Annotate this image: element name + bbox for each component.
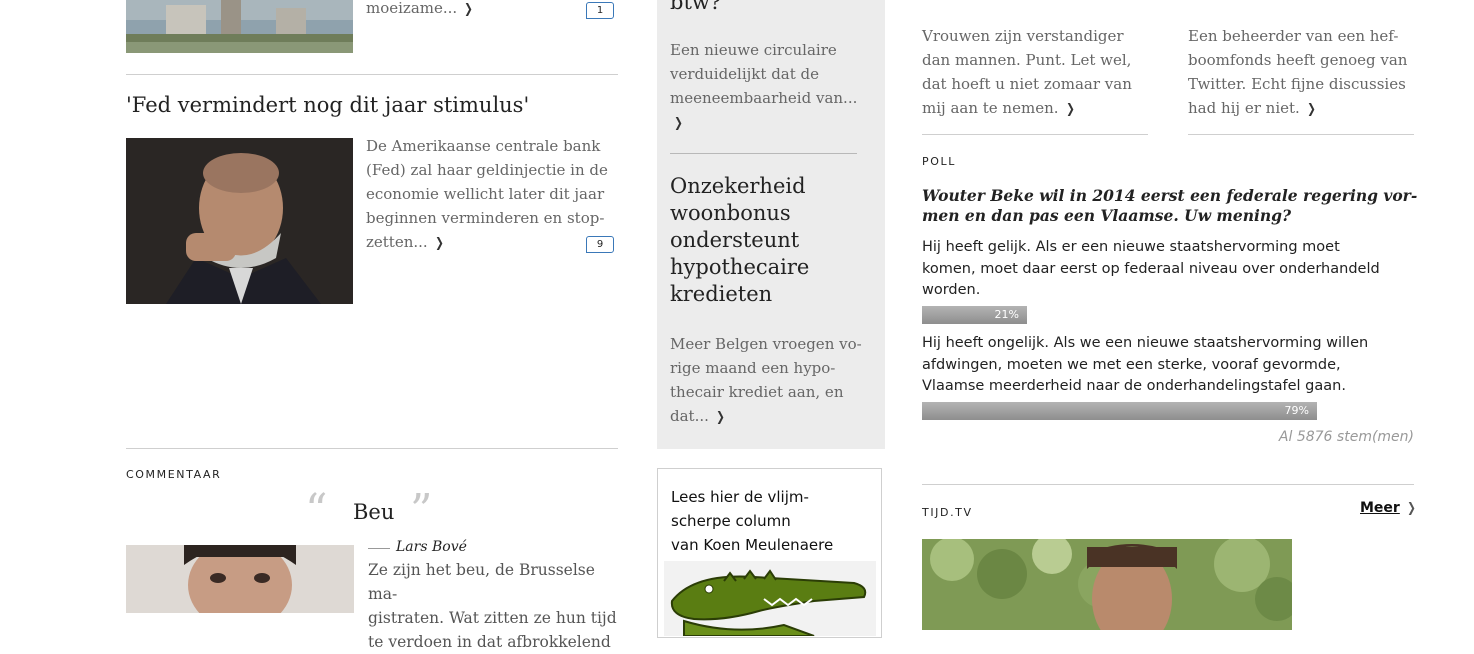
option-line: Hij heeft ongelijk. Als we een nieuwe st… [922, 335, 1369, 351]
option-line: worden. [922, 282, 981, 298]
poll-percent-label: 21% [994, 308, 1019, 321]
crocodile-icon [664, 561, 876, 636]
summary-line: mij aan te nemen. [922, 99, 1059, 117]
summary-line: Een beheerder van een hef- [1188, 27, 1399, 45]
title-line: hypothecaire [670, 255, 810, 279]
fed-article-title[interactable]: 'Fed vermindert nog dit jaar stimulus' [126, 93, 529, 117]
ad-text: Lees hier de vlijm- scherpe column van K… [671, 485, 833, 557]
summary-line: beginnen verminderen en stop- [366, 209, 605, 227]
poll-vote-count: Al 5876 stem(men) [1278, 429, 1414, 445]
commentaar-summary[interactable]: Ze zijn het beu, de Brusselse ma- gistra… [368, 558, 618, 654]
poll-question: Wouter Beke wil in 2014 eerst een federa… [922, 186, 1422, 226]
opinion-teaser-2[interactable]: Een beheerder van een hef- boomfonds hee… [1188, 24, 1418, 122]
summary-line: dat... [670, 407, 709, 425]
poll-percent-label: 79% [1284, 404, 1309, 417]
summary-line: zetten... [366, 233, 428, 251]
ad-line: Lees hier de vlijm- [671, 488, 809, 506]
option-line: afdwingen, moeten we met een sterke, voo… [922, 356, 1341, 373]
chevron-right-icon: ❯ [434, 236, 444, 251]
woonbonus-summary[interactable]: Meer Belgen vroegen vo- rige maand een h… [670, 332, 880, 430]
btw-heading-fragment[interactable]: btw? [670, 0, 721, 14]
summary-line: had hij er niet. [1188, 99, 1300, 117]
chevron-right-icon: ❯ [1406, 501, 1416, 516]
woonbonus-title[interactable]: Onzekerheid woonbonus ondersteunt hypoth… [670, 173, 809, 308]
option-line: komen, moet daar eerst op federaal nivea… [922, 260, 1380, 277]
divider [126, 448, 618, 449]
section-label-poll: POLL [922, 155, 956, 168]
close-quote-icon: ” [410, 485, 433, 536]
summary-line: Ze zijn het beu, de Brusselse ma- [368, 561, 595, 603]
top-teaser-snippet: moeizame... [366, 0, 458, 17]
summary-line: gistraten. Wat zitten ze hun tijd [368, 609, 617, 627]
top-teaser-photo[interactable] [126, 0, 353, 53]
fed-article-photo[interactable] [126, 138, 353, 304]
opinion-teaser-1[interactable]: Vrouwen zijn verstandiger dan mannen. Pu… [922, 24, 1152, 122]
more-label: Meer [1360, 500, 1400, 516]
ad-line: van Koen Meulenaere [671, 536, 834, 554]
chevron-right-icon: ❯ [674, 116, 683, 131]
summary-line: Twitter. Echt fijne discussies [1188, 75, 1406, 93]
summary-line: rige maand een hypo- [670, 359, 836, 377]
open-quote-icon: “ [305, 485, 328, 536]
tijdtv-more-link[interactable]: Meer ❯ [1360, 500, 1417, 516]
tijdtv-video-thumbnail[interactable] [922, 539, 1292, 630]
divider [1188, 134, 1414, 135]
poll-result-bar-1: 21% [922, 306, 1027, 324]
bernanke-image [126, 138, 353, 304]
summary-line: te verdoen in dat afbrokkelend [368, 633, 611, 651]
divider [126, 74, 618, 75]
author-dash [368, 548, 390, 549]
section-label-tijdtv: TIJD.TV [922, 506, 973, 519]
summary-line: meeneembaarheid van... [670, 89, 858, 107]
commentaar-title[interactable]: Beu [353, 500, 394, 524]
summary-line: De Amerikaanse centrale bank [366, 137, 601, 155]
summary-line: Vrouwen zijn verstandiger [922, 27, 1124, 45]
top-teaser-text[interactable]: moeizame... ❯ [366, 0, 474, 22]
option-line: Hij heeft gelijk. Als er een nieuwe staa… [922, 239, 1340, 255]
chevron-right-icon: ❯ [464, 2, 474, 17]
title-line: ondersteunt [670, 228, 800, 252]
chevron-right-icon: ❯ [1065, 102, 1075, 117]
chevron-right-icon: ❯ [1306, 102, 1316, 117]
question-line: Wouter Beke wil in 2014 eerst een federa… [922, 186, 1418, 205]
btw-summary[interactable]: Een nieuwe circulaire verduidelijkt dat … [670, 38, 880, 136]
summary-line: boomfonds heeft genoeg van [1188, 51, 1408, 69]
summary-line: (Fed) zal haar geldinjectie in de [366, 161, 608, 179]
comment-count-badge[interactable]: 9 [586, 236, 614, 253]
title-line: kredieten [670, 282, 773, 306]
option-line: Vlaamse meerderheid naar de onderhandeli… [922, 378, 1346, 394]
summary-line: thecair krediet aan, en [670, 383, 844, 401]
summary-line: Meer Belgen vroegen vo- [670, 335, 862, 353]
ad-line: scherpe column [671, 512, 791, 530]
author-photo[interactable] [126, 545, 354, 613]
summary-line: verduidelijkt dat de [670, 65, 820, 83]
divider [670, 153, 857, 154]
summary-line: economie wellicht later dit jaar [366, 185, 605, 203]
poll-result-bar-2: 79% [922, 402, 1317, 420]
poll-option-2[interactable]: Hij heeft ongelijk. Als we een nieuwe st… [922, 333, 1442, 398]
divider [922, 484, 1414, 485]
summary-line: dan mannen. Punt. Let wel, [922, 51, 1132, 69]
summary-line: Een nieuwe circulaire [670, 41, 837, 59]
comment-count-badge[interactable]: 1 [586, 2, 614, 19]
title-line: Onzekerheid [670, 174, 806, 198]
author-name[interactable]: Lars Bové [396, 539, 467, 555]
chevron-right-icon: ❯ [715, 410, 725, 425]
column-ad[interactable]: Lees hier de vlijm- scherpe column van K… [657, 468, 882, 638]
question-line: men en dan pas een Vlaamse. Uw mening? [922, 206, 1292, 225]
top-teaser-image [126, 0, 353, 53]
section-label-commentaar: COMMENTAAR [126, 468, 222, 481]
divider [922, 134, 1148, 135]
fed-article-summary[interactable]: De Amerikaanse centrale bank (Fed) zal h… [366, 134, 616, 256]
title-line: woonbonus [670, 201, 791, 225]
video-thumbnail-image [922, 539, 1292, 630]
poll-option-1[interactable]: Hij heeft gelijk. Als er een nieuwe staa… [922, 237, 1422, 302]
summary-line: dat hoeft u niet zomaar van [922, 75, 1132, 93]
lars-bove-image [126, 545, 354, 613]
